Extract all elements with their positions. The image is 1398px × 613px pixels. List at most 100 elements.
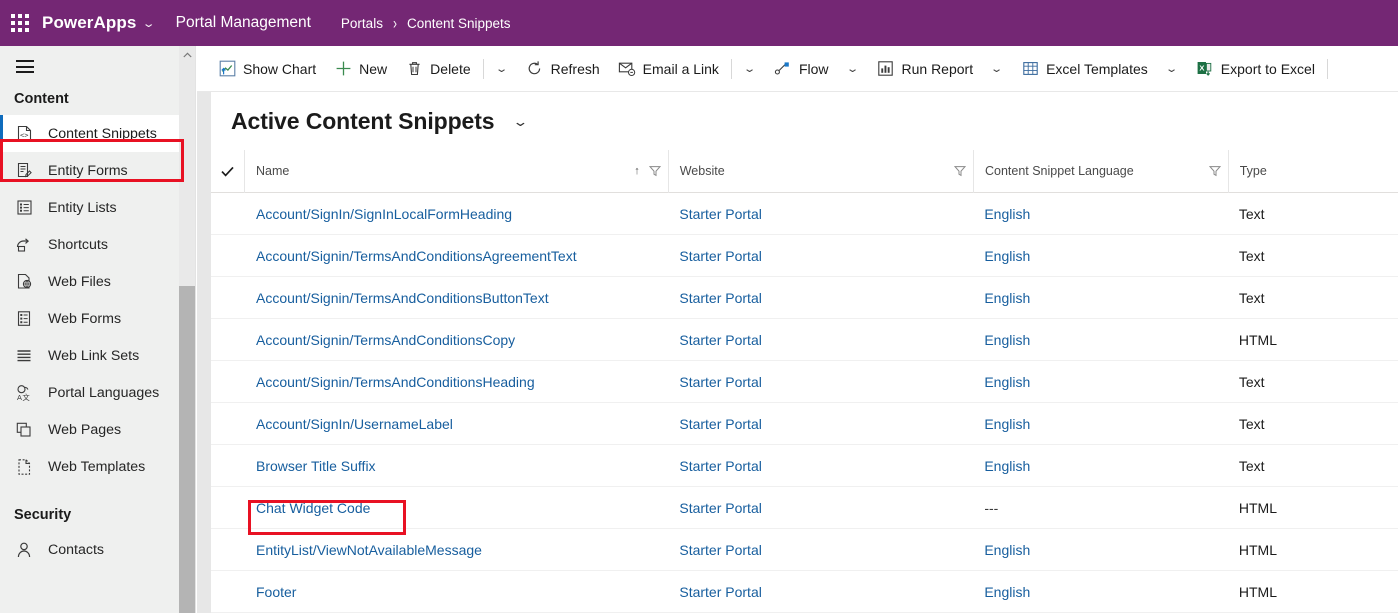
cell-website[interactable]: Starter Portal bbox=[668, 319, 973, 361]
table-row[interactable]: Chat Widget Code Starter Portal --- HTML bbox=[211, 487, 1398, 529]
column-header-name[interactable]: Name ↑ bbox=[244, 149, 668, 193]
sidebar-item-entity-forms[interactable]: Entity Forms bbox=[0, 152, 195, 189]
cell-language[interactable]: English bbox=[973, 319, 1228, 361]
filter-funnel-icon[interactable] bbox=[953, 165, 966, 177]
sidebar-item-shortcuts[interactable]: Shortcuts bbox=[0, 226, 195, 263]
delete-overflow-chevron-down-icon[interactable]: ⌄ bbox=[487, 46, 517, 91]
table-row[interactable]: EntityList/ViewNotAvailableMessage Starte… bbox=[211, 529, 1398, 571]
app-launcher-waffle-icon[interactable] bbox=[10, 13, 30, 33]
cell-website[interactable]: Starter Portal bbox=[668, 193, 973, 235]
refresh-button[interactable]: Refresh bbox=[517, 46, 609, 91]
sort-ascending-icon[interactable]: ↑ bbox=[634, 165, 640, 177]
chevron-down-icon[interactable]: ⌄ bbox=[142, 17, 156, 30]
sidebar-item-web-pages[interactable]: Web Pages bbox=[0, 411, 195, 448]
cell-website[interactable]: Starter Portal bbox=[668, 403, 973, 445]
cell-language[interactable]: English bbox=[973, 235, 1228, 277]
table-row[interactable]: Account/Signin/TermsAndConditionsButtonT… bbox=[211, 277, 1398, 319]
delete-button[interactable]: Delete bbox=[396, 46, 479, 91]
cell-name[interactable]: Account/Signin/TermsAndConditionsCopy bbox=[245, 319, 668, 361]
cell-name[interactable]: Account/Signin/TermsAndConditionsHeading bbox=[245, 361, 668, 403]
cell-language[interactable]: English bbox=[973, 361, 1228, 403]
table-row[interactable]: Account/SignIn/SignInLocalFormHeading Sta… bbox=[211, 193, 1398, 235]
chevron-up-icon[interactable] bbox=[179, 46, 195, 63]
sidebar-item-content-snippets[interactable]: <> Content Snippets bbox=[0, 115, 195, 152]
cell-website[interactable]: Starter Portal bbox=[668, 529, 973, 571]
row-select-checkbox[interactable] bbox=[211, 529, 245, 571]
row-select-checkbox[interactable] bbox=[211, 235, 245, 277]
row-select-checkbox[interactable] bbox=[211, 319, 245, 361]
cell-type-text: Text bbox=[1238, 373, 1265, 390]
cell-website[interactable]: Starter Portal bbox=[668, 445, 973, 487]
cell-website[interactable]: Starter Portal bbox=[668, 235, 973, 277]
cell-language[interactable]: English bbox=[973, 529, 1228, 571]
sidebar-item-web-templates[interactable]: Web Templates bbox=[0, 448, 195, 485]
row-select-checkbox[interactable] bbox=[211, 277, 245, 319]
table-row[interactable]: Footer Starter Portal English HTML bbox=[211, 571, 1398, 613]
sidebar-item-entity-lists[interactable]: Entity Lists bbox=[0, 189, 195, 226]
cell-language[interactable]: English bbox=[973, 571, 1228, 613]
cell-website-text: Starter Portal bbox=[679, 247, 762, 264]
cell-name[interactable]: Browser Title Suffix bbox=[245, 445, 668, 487]
sidebar-item-contacts[interactable]: Contacts bbox=[0, 531, 195, 568]
cell-website[interactable]: Starter Portal bbox=[668, 277, 973, 319]
cell-name[interactable]: EntityList/ViewNotAvailableMessage bbox=[245, 529, 668, 571]
row-select-checkbox[interactable] bbox=[211, 487, 245, 529]
powerapps-brand[interactable]: PowerApps bbox=[42, 13, 136, 33]
select-all-checkmark-icon[interactable] bbox=[211, 166, 244, 177]
run-report-button[interactable]: Run Report bbox=[868, 46, 983, 91]
column-header-content-snippet-language[interactable]: Content Snippet Language bbox=[972, 149, 1228, 193]
row-select-checkbox[interactable] bbox=[211, 445, 245, 487]
cell-type-text: HTML bbox=[1238, 541, 1277, 558]
show-chart-button[interactable]: Show Chart bbox=[209, 46, 325, 91]
export-to-excel-button[interactable]: X Export to Excel bbox=[1187, 46, 1324, 91]
cell-name-text: Account/Signin/TermsAndConditionsCopy bbox=[256, 331, 516, 348]
run-report-chevron-down-icon[interactable]: ⌄ bbox=[982, 46, 1012, 91]
row-select-checkbox[interactable] bbox=[211, 193, 245, 235]
filter-funnel-icon[interactable] bbox=[648, 165, 661, 177]
sidebar-scrollbar-thumb[interactable] bbox=[179, 286, 195, 613]
sidebar-item-portal-languages[interactable]: A文 Portal Languages bbox=[0, 374, 195, 411]
breadcrumb: Portals › Content Snippets bbox=[341, 14, 511, 33]
cell-name[interactable]: Chat Widget Code bbox=[245, 487, 668, 529]
excel-templates-button[interactable]: Excel Templates bbox=[1012, 46, 1157, 91]
row-select-checkbox[interactable] bbox=[211, 571, 245, 613]
column-header-website[interactable]: Website bbox=[667, 149, 973, 193]
sidebar-item-label: Web Link Sets bbox=[48, 347, 140, 364]
table-row[interactable]: Account/Signin/TermsAndConditionsHeading… bbox=[211, 361, 1398, 403]
cell-name[interactable]: Account/SignIn/SignInLocalFormHeading bbox=[245, 193, 668, 235]
flow-chevron-down-icon[interactable]: ⌄ bbox=[838, 46, 868, 91]
table-row[interactable]: Account/Signin/TermsAndConditionsAgreeme… bbox=[211, 235, 1398, 277]
view-selector-chevron-down-icon[interactable]: ⌄ bbox=[512, 114, 528, 130]
column-header-label: Content Snippet Language bbox=[984, 164, 1134, 178]
breadcrumb-portals[interactable]: Portals bbox=[341, 16, 383, 31]
sidebar-scrollbar-track[interactable] bbox=[179, 46, 195, 613]
cell-website[interactable]: Starter Portal bbox=[668, 571, 973, 613]
hamburger-menu-icon[interactable] bbox=[16, 60, 34, 73]
new-button[interactable]: New bbox=[325, 46, 396, 91]
cell-name[interactable]: Account/Signin/TermsAndConditionsButtonT… bbox=[245, 277, 668, 319]
cell-name[interactable]: Account/Signin/TermsAndConditionsAgreeme… bbox=[245, 235, 668, 277]
table-row[interactable]: Account/SignIn/UsernameLabel Starter Port… bbox=[211, 403, 1398, 445]
sidebar-item-web-link-sets[interactable]: Web Link Sets bbox=[0, 337, 195, 374]
sidebar-item-web-files[interactable]: Web Files bbox=[0, 263, 195, 300]
excel-templates-chevron-down-icon[interactable]: ⌄ bbox=[1157, 46, 1187, 91]
email-overflow-chevron-down-icon[interactable]: ⌄ bbox=[735, 46, 765, 91]
sidebar-item-web-forms[interactable]: Web Forms bbox=[0, 300, 195, 337]
row-select-checkbox[interactable] bbox=[211, 403, 245, 445]
cell-type: Text bbox=[1228, 235, 1398, 277]
table-row[interactable]: Account/Signin/TermsAndConditionsCopy Sta… bbox=[211, 319, 1398, 361]
table-row[interactable]: Browser Title Suffix Starter Portal Englis… bbox=[211, 445, 1398, 487]
cell-website[interactable]: Starter Portal bbox=[668, 487, 973, 529]
cell-language[interactable]: English bbox=[973, 193, 1228, 235]
flow-button[interactable]: Flow bbox=[765, 46, 838, 91]
cell-website[interactable]: Starter Portal bbox=[668, 361, 973, 403]
cell-name[interactable]: Footer bbox=[245, 571, 668, 613]
cell-language[interactable]: English bbox=[973, 277, 1228, 319]
column-header-type[interactable]: Type bbox=[1227, 149, 1398, 193]
cell-language[interactable]: English bbox=[973, 445, 1228, 487]
filter-funnel-icon[interactable] bbox=[1208, 165, 1221, 177]
cell-language[interactable]: English bbox=[973, 403, 1228, 445]
email-a-link-button[interactable]: Email a Link bbox=[609, 46, 728, 91]
cell-name[interactable]: Account/SignIn/UsernameLabel bbox=[245, 403, 668, 445]
row-select-checkbox[interactable] bbox=[211, 361, 245, 403]
